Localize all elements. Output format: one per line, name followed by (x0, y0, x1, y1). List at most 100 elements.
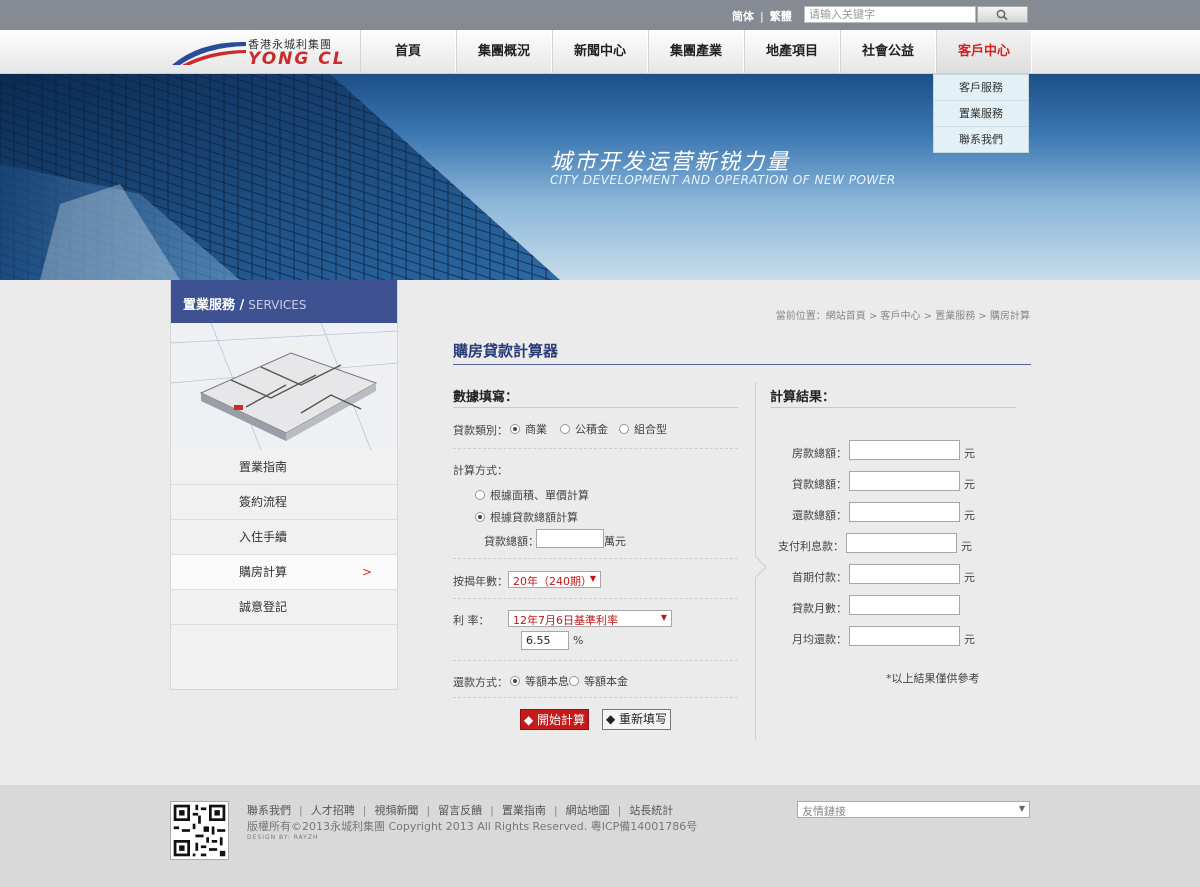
sidebar-item-mortgage-calc[interactable]: 購房計算 > (171, 555, 397, 590)
logo[interactable]: 香港永城利集團 YONG CL (170, 36, 360, 70)
language-switcher: 简体 | 繁體 (732, 8, 792, 24)
results-heading: 計算結果： (770, 390, 836, 405)
radio-checked-icon[interactable] (510, 424, 520, 434)
skyscraper-image (0, 74, 560, 280)
start-calculation-button[interactable]: ◆ 開始計算 (520, 709, 589, 730)
nav-item-charity[interactable]: 社會公益 (840, 30, 936, 73)
dropdown-item-customer-service[interactable]: 客戶服務 (934, 75, 1028, 101)
result-unit: 元 (961, 540, 972, 553)
loan-total-label: 貸款總額： (484, 535, 539, 548)
divider (453, 407, 738, 408)
lang-simplified-link[interactable]: 简体 (732, 10, 754, 23)
sidebar-item-label: 購房計算 (239, 565, 288, 579)
result-down-payment-field[interactable] (849, 564, 960, 584)
radio-unchecked-icon[interactable] (560, 424, 570, 434)
sidebar-item-registration[interactable]: 誠意登記 (171, 590, 397, 625)
footer-link-feedback[interactable]: 留言反饋 (438, 804, 482, 817)
nav-item-group-overview[interactable]: 集團概況 (456, 30, 552, 73)
footer-link-sitemap[interactable]: 網站地圖 (566, 804, 610, 817)
breadcrumb: 當前位置：網站首頁 > 客戶中心 > 置業服務 > 購房計算 (775, 311, 1030, 322)
dashed-divider (453, 660, 738, 661)
radio-unchecked-icon[interactable] (619, 424, 629, 434)
logo-english-name: YONG CL (248, 49, 346, 69)
sidebar-title-slash: / (239, 298, 245, 313)
method-by-area[interactable]: 根據面積、單價計算 (475, 487, 589, 503)
reset-button[interactable]: ◆ 重新填写 (602, 709, 671, 730)
result-label: 支付利息款： (778, 540, 844, 553)
result-label: 房款總額： (792, 447, 847, 460)
footer-link-stats[interactable]: 站長統計 (629, 804, 673, 817)
result-loan-months-field[interactable] (849, 595, 960, 615)
dropdown-item-property-service[interactable]: 置業服務 (934, 101, 1028, 127)
loan-type-combined[interactable]: 組合型 (619, 421, 667, 437)
banner-subtitle: CITY DEVELOPMENT AND OPERATION OF NEW PO… (550, 173, 896, 187)
loan-type-provident[interactable]: 公積金 (560, 421, 608, 437)
footer-link-property-guide[interactable]: 置業指南 (502, 804, 546, 817)
nav-item-news[interactable]: 新聞中心 (552, 30, 648, 73)
data-entry-heading: 數據填寫： (453, 390, 519, 405)
copyright-text: 版權所有©2013永城利集團 Copyright 2013 All Rights… (247, 820, 698, 833)
dropdown-item-contact-us[interactable]: 聯系我們 (934, 127, 1028, 153)
footer-link-video-news[interactable]: 視頻新聞 (374, 804, 418, 817)
method-by-total[interactable]: 根據貸款總額計算 (475, 509, 578, 525)
design-credit: DESIGN BY: RAYZH (247, 834, 319, 841)
loan-total-input[interactable] (536, 529, 604, 548)
radio-checked-icon[interactable] (475, 512, 485, 522)
result-unit: 元 (964, 633, 975, 646)
lang-separator: | (760, 10, 764, 23)
radio-unchecked-icon[interactable] (569, 676, 579, 686)
repay-equal-installment[interactable]: 等額本息 (510, 673, 569, 689)
rate-unit: % (573, 634, 584, 647)
title-divider (453, 364, 1031, 365)
footer-link-contact[interactable]: 聯系我們 (247, 804, 291, 817)
dropdown-arrow-icon: ▼ (589, 574, 596, 583)
rate-label: 利 率： (453, 614, 490, 627)
result-repay-total-field[interactable] (849, 502, 960, 522)
nav-item-customer-center[interactable]: 客戶中心 (936, 30, 1032, 73)
sidebar-header: 置業服務 / SERVICES (171, 280, 397, 323)
logo-swoosh-icon (172, 41, 246, 65)
result-label: 貸款總額： (792, 478, 847, 491)
dropdown-arrow-icon: ▼ (1018, 804, 1025, 813)
result-house-total-field[interactable] (849, 440, 960, 460)
dashed-divider (453, 697, 738, 698)
friend-links-select[interactable]: 友情鏈接 ▼ (797, 801, 1030, 818)
sidebar-item-signing-process[interactable]: 簽約流程 (171, 485, 397, 520)
sidebar-item-move-in[interactable]: 入住手續 (171, 520, 397, 555)
banner-slogan: 城市开发运营新锐力量 (550, 150, 791, 175)
result-monthly-payment-field[interactable] (849, 626, 960, 646)
search-input[interactable]: 请输入关键字 (804, 6, 976, 23)
loan-total-unit: 萬元 (604, 535, 626, 548)
sidebar-item-property-guide[interactable]: 置業指南 (171, 450, 397, 485)
result-label: 月均還款： (792, 633, 847, 646)
footer-links: 聯系我們 | 人才招聘 | 視頻新聞 | 留言反饋 | 置業指南 | 網站地圖 | 站長統計 (247, 804, 674, 817)
footer-link-careers[interactable]: 人才招聘 (311, 804, 355, 817)
result-loan-total-field[interactable] (849, 471, 960, 491)
nav-item-real-estate[interactable]: 地產項目 (744, 30, 840, 73)
radio-checked-icon[interactable] (510, 676, 520, 686)
floorplan-image (171, 323, 397, 450)
nav-item-industry[interactable]: 集團產業 (648, 30, 744, 73)
lang-traditional-link[interactable]: 繁體 (770, 10, 792, 23)
nav-menu: 首頁 集團概況 新聞中心 集團產業 地產項目 社會公益 客戶中心 (360, 30, 1032, 74)
divider-arrow-icon (755, 556, 767, 578)
rate-input[interactable]: 6.55 (521, 631, 569, 650)
result-interest-field[interactable] (846, 533, 957, 553)
sidebar: 置業服務 / SERVICES 置業指南 簽約流程 入住手續 購房計算 > 誠意… (170, 280, 398, 690)
loan-type-commercial[interactable]: 商業 (510, 421, 547, 437)
search-button[interactable] (977, 6, 1028, 23)
repay-label: 還款方式： (453, 676, 508, 689)
search-icon (996, 9, 1008, 20)
nav-item-home[interactable]: 首頁 (360, 30, 456, 73)
result-unit: 元 (964, 509, 975, 522)
result-label: 還款總額： (792, 509, 847, 522)
radio-unchecked-icon[interactable] (475, 490, 485, 500)
result-unit: 元 (964, 478, 975, 491)
sidebar-subtitle: SERVICES (248, 298, 307, 312)
rate-select[interactable]: 12年7月6日基準利率 ▼ (508, 610, 672, 627)
years-select[interactable]: 20年（240期） ▼ (508, 571, 601, 588)
years-label: 按揭年數： (453, 575, 508, 588)
repay-equal-principal[interactable]: 等額本金 (569, 673, 628, 689)
sidebar-menu: 置業指南 簽約流程 入住手續 購房計算 > 誠意登記 (171, 450, 397, 625)
sidebar-title: 置業服務 (183, 298, 236, 313)
